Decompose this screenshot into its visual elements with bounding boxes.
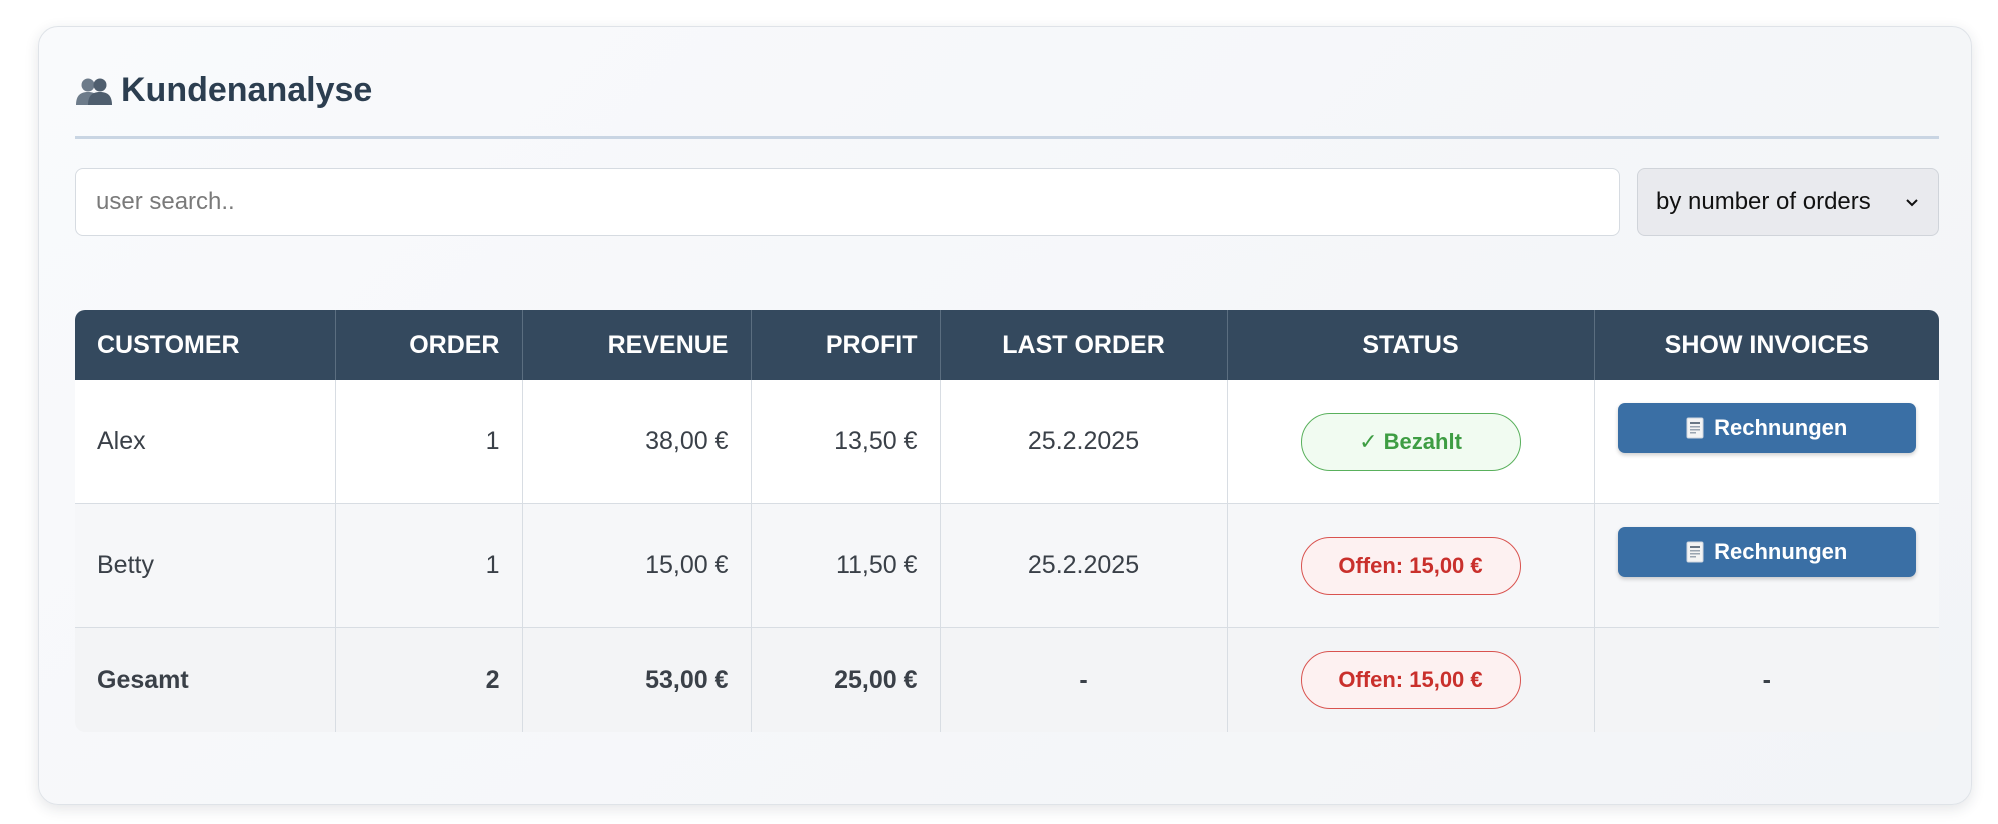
table-total-row: Gesamt 2 53,00 € 25,00 € - Offen: 15,00 … [75,627,1939,732]
column-header-customer[interactable]: CUSTOMER [75,310,336,380]
cell-orders: 1 [335,380,523,504]
cell-customer: Alex [75,380,336,504]
cell-total-status: Offen: 15,00 € [1227,627,1595,732]
user-search-input[interactable] [75,168,1620,236]
show-invoices-button[interactable]: Rechnungen [1617,527,1916,577]
cell-profit: 11,50 € [751,503,941,628]
cell-total-invoices: - [1594,627,1939,732]
status-badge: ✓ Bezahlt [1300,412,1521,471]
cell-profit: 13,50 € [751,380,941,504]
show-invoices-button[interactable]: Rechnungen [1617,403,1916,453]
page-title-text: Kundenanalyse [121,71,373,109]
cell-total-label: Gesamt [75,627,336,732]
status-badge: Offen: 15,00 € [1300,536,1521,595]
cell-invoices: Rechnungen [1594,380,1939,504]
column-header-order[interactable]: ORDER [335,310,523,380]
cell-last-order: 25.2.2025 [940,380,1228,504]
column-header-last-order[interactable]: LAST ORDER [940,310,1228,380]
sort-select-value: by number of orders [1656,188,1871,215]
cell-revenue: 38,00 € [522,380,752,504]
invoice-icon [1686,417,1704,439]
cell-orders: 1 [335,503,523,628]
column-header-profit[interactable]: PROFIT [751,310,941,380]
sort-select[interactable]: by number of orders [1637,168,1939,236]
cell-invoices: Rechnungen [1594,503,1939,628]
users-icon [76,78,112,105]
cell-total-profit: 25,00 € [751,627,941,732]
invoice-icon [1686,541,1704,563]
table-row: Betty 1 15,00 € 11,50 € 25.2.2025 Offen:… [75,503,1939,628]
show-invoices-label: Rechnungen [1714,415,1848,440]
page-title: Kundenanalyse [75,71,372,110]
title-divider [75,136,1939,139]
customer-table: CUSTOMER ORDER REVENUE PROFIT LAST ORDER… [75,310,1939,732]
cell-revenue: 15,00 € [522,503,752,628]
cell-last-order: 25.2.2025 [940,503,1228,628]
cell-total-last-order: - [940,627,1228,732]
status-badge: Offen: 15,00 € [1300,651,1521,709]
cell-total-orders: 2 [335,627,523,732]
cell-customer: Betty [75,503,336,628]
column-header-show-invoices[interactable]: SHOW INVOICES [1594,310,1939,380]
show-invoices-label: Rechnungen [1714,539,1848,564]
column-header-revenue[interactable]: REVENUE [522,310,752,380]
cell-status: Offen: 15,00 € [1227,503,1595,628]
chevron-down-icon [1906,199,1918,207]
table-header-row: CUSTOMER ORDER REVENUE PROFIT LAST ORDER… [75,310,1939,380]
column-header-status[interactable]: STATUS [1227,310,1595,380]
cell-status: ✓ Bezahlt [1227,380,1595,504]
table-row: Alex 1 38,00 € 13,50 € 25.2.2025 ✓ Bezah… [75,380,1939,504]
customer-analysis-card: Kundenanalyse by number of orders CUSTOM… [38,26,1972,805]
cell-total-revenue: 53,00 € [522,627,752,732]
